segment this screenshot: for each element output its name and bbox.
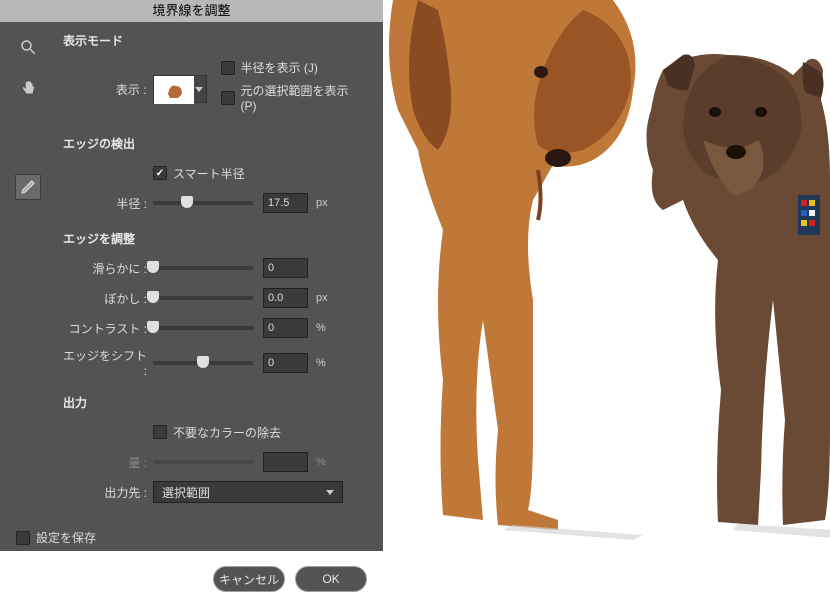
edge-detect-section: エッジの検出 スマート半径 半径 : px bbox=[63, 135, 367, 214]
shift-label: エッジをシフト : bbox=[63, 347, 153, 378]
show-radius-label: 半径を表示 (J) bbox=[241, 59, 318, 76]
smart-radius-checkbox[interactable] bbox=[153, 166, 167, 180]
view-dropdown[interactable] bbox=[193, 75, 207, 103]
decontaminate-checkbox[interactable] bbox=[153, 425, 167, 439]
ok-button[interactable]: OK bbox=[295, 566, 367, 592]
output-to-label: 出力先 : bbox=[63, 484, 153, 501]
amount-slider bbox=[153, 460, 253, 464]
output-title: 出力 bbox=[63, 394, 367, 411]
amount-input bbox=[263, 452, 308, 472]
decontaminate-label: 不要なカラーの除去 bbox=[173, 424, 281, 441]
radius-slider[interactable] bbox=[153, 201, 253, 205]
edge-adjust-section: エッジを調整 滑らかに : ぼかし : px コントラスト : bbox=[63, 230, 367, 378]
save-settings-checkbox[interactable] bbox=[16, 531, 30, 545]
amount-label: 量 : bbox=[63, 454, 153, 471]
content: 表示モード 表示 : 半径を表示 (J) bbox=[0, 22, 383, 519]
toolbar bbox=[0, 22, 45, 519]
contrast-label: コントラスト : bbox=[63, 320, 153, 337]
display-mode-title: 表示モード bbox=[63, 32, 367, 49]
shift-input[interactable] bbox=[263, 353, 308, 373]
contrast-unit: % bbox=[316, 322, 332, 334]
shift-unit: % bbox=[316, 357, 332, 369]
display-mode-section: 表示モード 表示 : 半径を表示 (J) bbox=[63, 32, 367, 119]
feather-unit: px bbox=[316, 292, 332, 304]
output-to-value: 選択範囲 bbox=[162, 484, 210, 501]
output-to-select[interactable]: 選択範囲 bbox=[153, 481, 343, 503]
show-original-checkbox[interactable] bbox=[221, 91, 235, 105]
image-preview[interactable] bbox=[383, 0, 830, 551]
smart-radius-label: スマート半径 bbox=[173, 165, 245, 182]
main-controls: 表示モード 表示 : 半径を表示 (J) bbox=[45, 22, 383, 519]
view-label: 表示 : bbox=[63, 81, 153, 98]
radius-label: 半径 : bbox=[63, 195, 153, 212]
show-radius-checkbox[interactable] bbox=[221, 61, 235, 75]
smooth-slider[interactable] bbox=[153, 266, 253, 270]
view-thumbnail[interactable] bbox=[153, 75, 193, 103]
refine-edge-panel: 境界線を調整 表示モード 表示 : bbox=[0, 0, 383, 551]
feather-label: ぼかし : bbox=[63, 290, 153, 307]
show-original-label: 元の選択範囲を表示 (P) bbox=[241, 82, 367, 113]
chevron-down-icon bbox=[326, 490, 334, 495]
shift-slider[interactable] bbox=[153, 361, 253, 365]
save-settings-label: 設定を保存 bbox=[36, 529, 96, 546]
chevron-down-icon bbox=[195, 87, 203, 92]
smooth-label: 滑らかに : bbox=[63, 260, 153, 277]
output-section: 出力 不要なカラーの除去 量 : % 出力先 : 選択範囲 bbox=[63, 394, 367, 503]
smooth-input[interactable] bbox=[263, 258, 308, 278]
zoom-tool[interactable] bbox=[15, 34, 41, 60]
contrast-slider[interactable] bbox=[153, 326, 253, 330]
amount-unit: % bbox=[316, 456, 332, 468]
contrast-input[interactable] bbox=[263, 318, 308, 338]
cancel-button[interactable]: キャンセル bbox=[213, 566, 285, 592]
radius-input[interactable] bbox=[263, 193, 308, 213]
hand-tool[interactable] bbox=[15, 76, 41, 102]
edge-detect-title: エッジの検出 bbox=[63, 135, 367, 152]
feather-input[interactable] bbox=[263, 288, 308, 308]
title-bar: 境界線を調整 bbox=[0, 0, 383, 22]
radius-unit: px bbox=[316, 197, 332, 209]
footer: 設定を保存 キャンセル OK bbox=[0, 519, 383, 606]
refine-brush-tool[interactable] bbox=[15, 174, 41, 200]
edge-adjust-title: エッジを調整 bbox=[63, 230, 367, 247]
feather-slider[interactable] bbox=[153, 296, 253, 300]
